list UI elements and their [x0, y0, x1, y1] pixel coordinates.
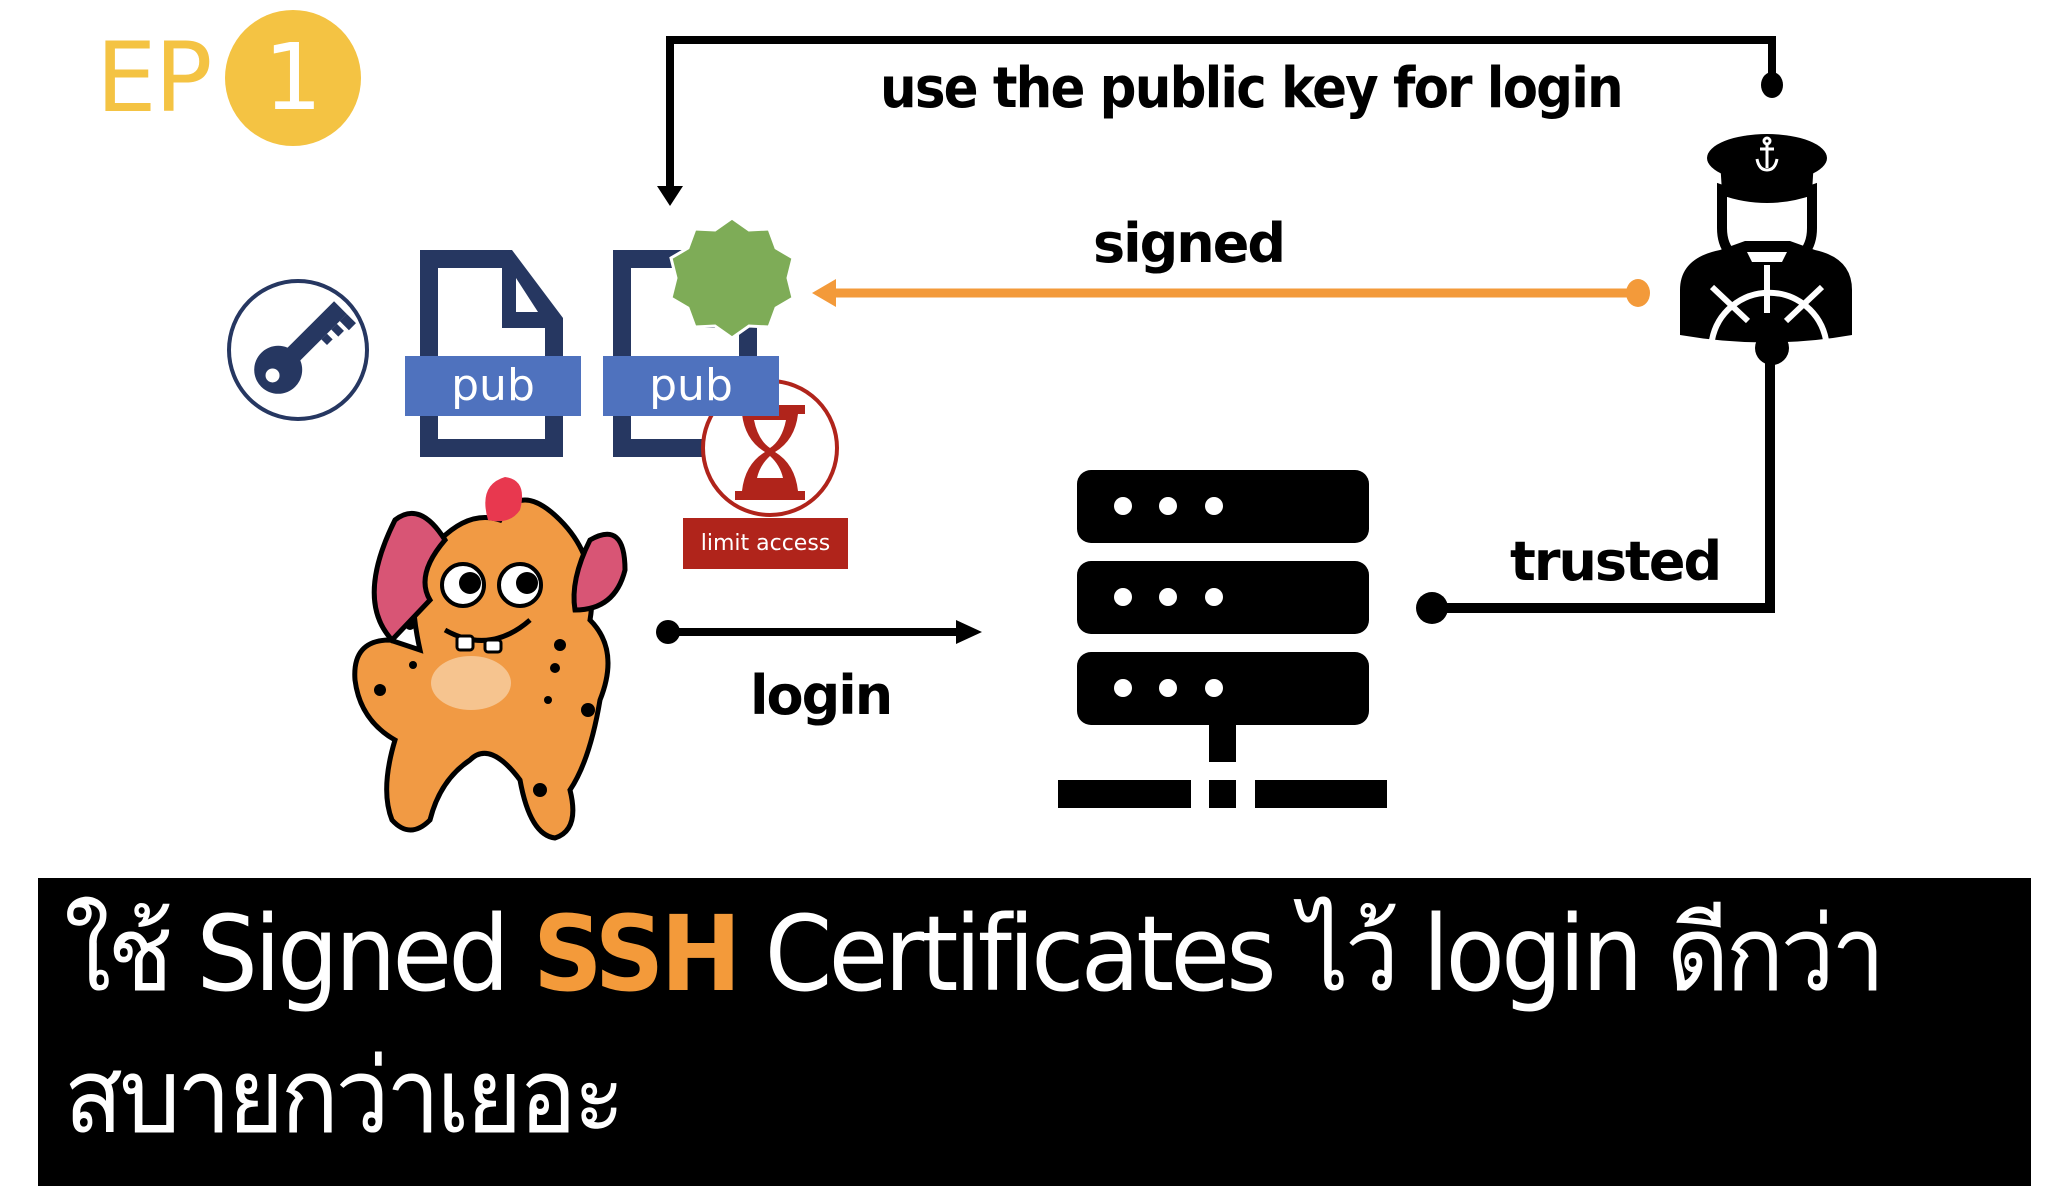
signed-connector: [812, 279, 1650, 307]
signed-certificate-file-tag: pub: [603, 356, 779, 416]
arrowhead-down-icon: [657, 186, 683, 206]
limit-access-badge: limit access: [683, 518, 848, 569]
server-icon: [1058, 470, 1387, 808]
connector-dot: [1416, 592, 1448, 624]
episode-number-badge: 1: [225, 10, 361, 146]
certificate-seal-icon: [669, 216, 795, 340]
monster-user-icon: [352, 477, 628, 841]
title-line-1-suffix: Certificates ไว้ login ดีกว่า: [737, 893, 1886, 1015]
login-connector: [656, 620, 982, 644]
key-icon: [227, 279, 369, 421]
title-line-1-prefix: ใช้ Signed: [64, 893, 534, 1015]
title-line-2: สบายกว่าเยอะ: [64, 1035, 625, 1157]
use-public-key-label: use the public key for login: [880, 56, 1624, 121]
public-key-file-tag: pub: [405, 356, 581, 416]
arrowhead-right-icon: [956, 620, 982, 644]
connector-dot: [1761, 72, 1783, 98]
ship-captain-icon: [1680, 134, 1852, 343]
connector-dot: [1626, 279, 1650, 307]
document-icon: [420, 250, 563, 457]
arrowhead-left-icon: [812, 279, 836, 307]
login-label: login: [750, 664, 893, 727]
signed-label: signed: [1093, 212, 1286, 275]
episode-prefix: EP: [96, 22, 213, 134]
title-highlight-ssh: SSH: [533, 893, 741, 1015]
title-banner: ใช้ Signed SSH Certificates ไว้ login ดี…: [38, 878, 2031, 1186]
connector-dot: [656, 620, 680, 644]
title-line-1: ใช้ Signed SSH Certificates ไว้ login ดี…: [64, 902, 1885, 1006]
trusted-label: trusted: [1510, 530, 1722, 593]
